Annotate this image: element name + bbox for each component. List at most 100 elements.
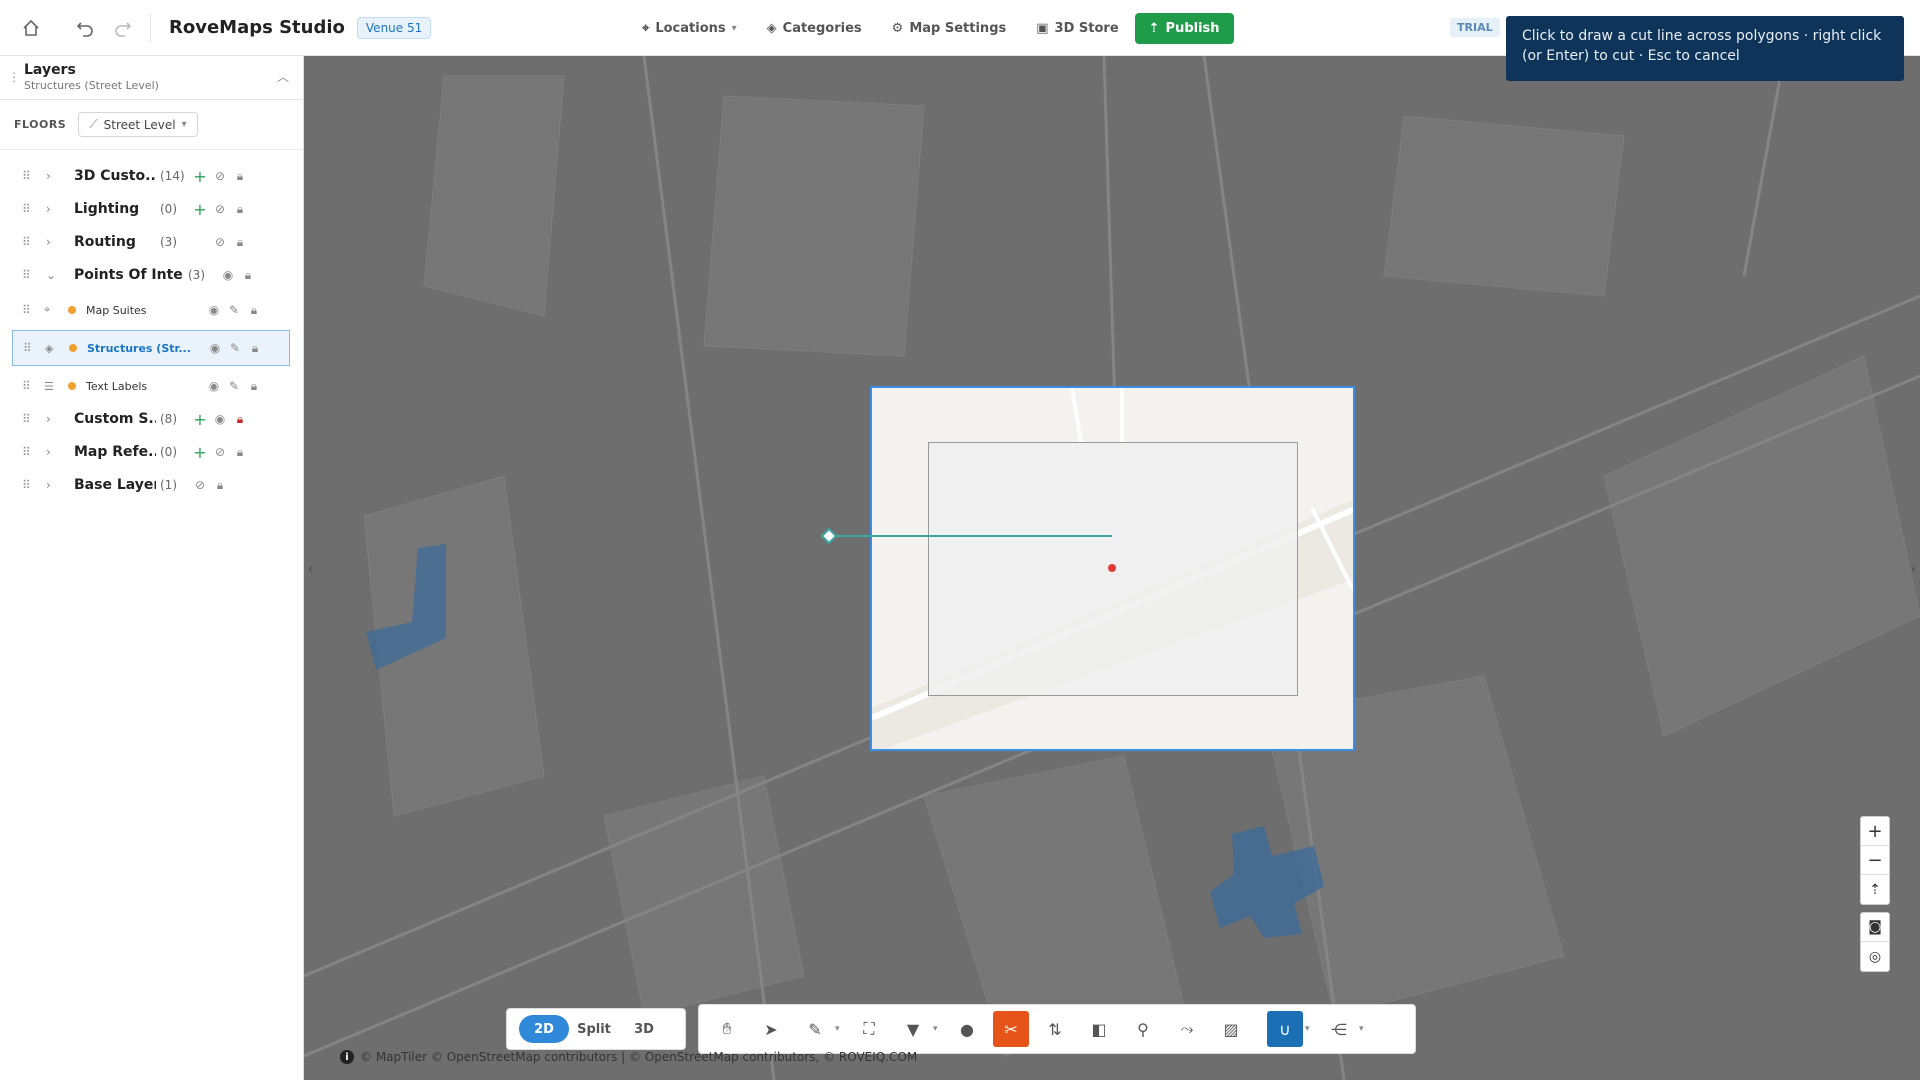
path-icon[interactable]: ⤳ <box>1169 1011 1205 1047</box>
chevron-down-icon[interactable]: ▾ <box>933 1024 943 1034</box>
layer-row[interactable]: ⠿ › Base Layer (1) ⊘ 🔒︎ <box>12 469 290 501</box>
share-icon[interactable]: ⋲ <box>1321 1011 1357 1047</box>
home-icon[interactable] <box>20 17 42 39</box>
publish-button[interactable]: ⇡ Publish <box>1134 12 1234 44</box>
layer-row[interactable]: ⠿ ⌄ Points Of Inte... (3) ◉ 🔒︎ <box>12 259 290 291</box>
nav-categories[interactable]: ◈ Categories <box>767 21 862 36</box>
eye-icon[interactable]: ◉ <box>205 341 225 355</box>
add-icon[interactable]: + <box>190 443 210 462</box>
layer-count: (3) <box>160 235 177 249</box>
info-icon[interactable]: i <box>340 1050 354 1064</box>
route-icon[interactable]: ⚲ <box>1125 1011 1161 1047</box>
eye-icon[interactable]: ◉ <box>210 412 230 426</box>
chevron-down-icon[interactable]: ▾ <box>835 1024 845 1034</box>
lock-icon[interactable]: 🔒︎ <box>238 268 258 283</box>
height-icon[interactable]: ⇅ <box>1037 1011 1073 1047</box>
camera-icon[interactable]: ◙ <box>1861 913 1889 942</box>
lock-icon[interactable]: 🔒︎ <box>245 341 265 356</box>
collapse-right-icon[interactable]: ‹ <box>1911 562 1916 576</box>
magnet-icon[interactable]: ∪ <box>1267 1011 1303 1047</box>
pencil-icon[interactable]: ✎ <box>225 341 245 355</box>
eye-off-icon[interactable]: ⊘ <box>210 235 230 249</box>
sublayer-row[interactable]: ⠿ ⌖ Map Suites ◉ ✎ 🔒︎ <box>12 292 290 328</box>
drag-handle-icon[interactable]: ⠿ <box>22 169 32 183</box>
chevron-right-icon[interactable]: › <box>46 412 62 426</box>
nav-locations[interactable]: ⌖ Locations ▾ <box>642 21 737 36</box>
lock-icon[interactable]: 🔒︎ <box>244 379 264 394</box>
view-2d-button[interactable]: 2D <box>519 1015 569 1043</box>
compass-icon[interactable]: ⇡ <box>1861 875 1889 904</box>
eye-off-icon[interactable]: ⊘ <box>210 445 230 459</box>
chevron-right-icon[interactable]: › <box>46 235 62 249</box>
drag-handle-icon[interactable]: ⠿ <box>22 268 32 282</box>
collapse-left-icon[interactable]: ‹ <box>308 562 313 576</box>
drag-handle-icon[interactable]: ⠿ <box>22 303 32 317</box>
undo-icon[interactable] <box>74 17 96 39</box>
drag-handle-icon[interactable]: ⠿ <box>22 445 32 459</box>
chevron-down-icon[interactable]: ⌄ <box>46 268 62 282</box>
transform-icon[interactable]: ⛶ <box>851 1011 887 1047</box>
eye-off-icon[interactable]: ⊘ <box>190 478 210 492</box>
split-panel-icon[interactable]: ◧ <box>1081 1011 1117 1047</box>
eye-off-icon[interactable]: ⊘ <box>210 169 230 183</box>
hand-icon[interactable]: ✋︎ <box>709 1011 745 1047</box>
redo-icon[interactable] <box>112 17 134 39</box>
drag-handle-icon[interactable]: ⠿ <box>22 478 32 492</box>
drag-handle-icon[interactable]: ⠿ <box>22 379 32 393</box>
zoom-out-button[interactable]: − <box>1861 846 1889 875</box>
add-icon[interactable]: + <box>190 200 210 219</box>
layer-row[interactable]: ⠿ › Routing (3) ⊘ 🔒︎ <box>12 226 290 258</box>
layer-row[interactable]: ⠿ › Map Refe... (0) + ⊘ 🔒︎ <box>12 436 290 468</box>
floor-select[interactable]: ⟋ Street Level ▾ <box>78 112 198 137</box>
chevron-right-icon[interactable]: › <box>46 202 62 216</box>
collapse-icon[interactable]: ︿ <box>277 68 289 85</box>
sublayer-name: Structures (Str... <box>87 341 191 355</box>
sublayer-row[interactable]: ⠿ ☰ Text Labels ◉ ✎ 🔒︎ <box>12 368 290 404</box>
lock-icon[interactable]: 🔒︎ <box>230 412 250 427</box>
add-icon[interactable]: + <box>190 410 210 429</box>
pencil-icon[interactable]: ✎ <box>224 303 244 317</box>
lock-icon[interactable]: 🔒︎ <box>210 478 230 493</box>
drag-handle-icon[interactable]: ⠿ <box>22 235 32 249</box>
selected-polygon[interactable] <box>928 442 1298 696</box>
chevron-down-icon[interactable]: ▾ <box>1305 1024 1315 1034</box>
nav-3d-store[interactable]: ▣ 3D Store <box>1036 21 1118 36</box>
venue-badge[interactable]: Venue 51 <box>356 16 432 39</box>
eye-icon[interactable]: ◉ <box>204 379 224 393</box>
drag-handle-icon[interactable]: ⠿ <box>22 412 32 426</box>
camera-settings-icon[interactable]: ◎ <box>1861 942 1889 971</box>
view-split-button[interactable]: Split <box>569 1015 619 1043</box>
eye-off-icon[interactable]: ⊘ <box>210 202 230 216</box>
chevron-right-icon[interactable]: › <box>46 478 62 492</box>
pointer-icon[interactable]: ➤ <box>753 1011 789 1047</box>
lock-icon[interactable]: 🔒︎ <box>230 445 250 460</box>
layer-row[interactable]: ⠿ › Custom S... (8) + ◉ 🔒︎ <box>12 403 290 435</box>
drag-handle-icon[interactable]: ⠿ <box>22 202 32 216</box>
lock-icon[interactable]: 🔒︎ <box>230 202 250 217</box>
lock-icon[interactable]: 🔒︎ <box>230 235 250 250</box>
pen-icon[interactable]: ✎ <box>797 1011 833 1047</box>
scissors-icon[interactable]: ✂ <box>993 1011 1029 1047</box>
eye-icon[interactable]: ◉ <box>218 268 238 282</box>
zoom-in-button[interactable]: + <box>1861 817 1889 846</box>
stamp-icon[interactable]: ▼ <box>895 1011 931 1047</box>
drag-handle-icon[interactable]: ⋮ <box>8 70 20 84</box>
view-3d-button[interactable]: 3D <box>619 1015 669 1043</box>
nav-map-settings[interactable]: ⚙ Map Settings <box>892 21 1007 36</box>
lock-icon[interactable]: 🔒︎ <box>230 169 250 184</box>
lock-icon[interactable]: 🔒︎ <box>244 303 264 318</box>
eye-icon[interactable]: ◉ <box>204 303 224 317</box>
chevron-down-icon[interactable]: ▾ <box>1359 1024 1369 1034</box>
chevron-right-icon[interactable]: › <box>46 169 62 183</box>
circle-icon[interactable]: ● <box>949 1011 985 1047</box>
sublayer-row-selected[interactable]: ⠿ ◈ Structures (Str... ◉ ✎ 🔒︎ <box>12 330 290 366</box>
layer-row[interactable]: ⠿ › Lighting (0) + ⊘ 🔒︎ <box>12 193 290 225</box>
pencil-icon[interactable]: ✎ <box>224 379 244 393</box>
drag-handle-icon[interactable]: ⠿ <box>23 341 33 355</box>
upload-icon: ⇡ <box>1148 20 1160 36</box>
chevron-right-icon[interactable]: › <box>46 445 62 459</box>
image-icon[interactable]: ▨ <box>1213 1011 1249 1047</box>
layer-row[interactable]: ⠿ › 3D Custo... (14) + ⊘ 🔒︎ <box>12 160 290 192</box>
add-icon[interactable]: + <box>190 167 210 186</box>
cut-preview-frame[interactable] <box>870 386 1355 751</box>
